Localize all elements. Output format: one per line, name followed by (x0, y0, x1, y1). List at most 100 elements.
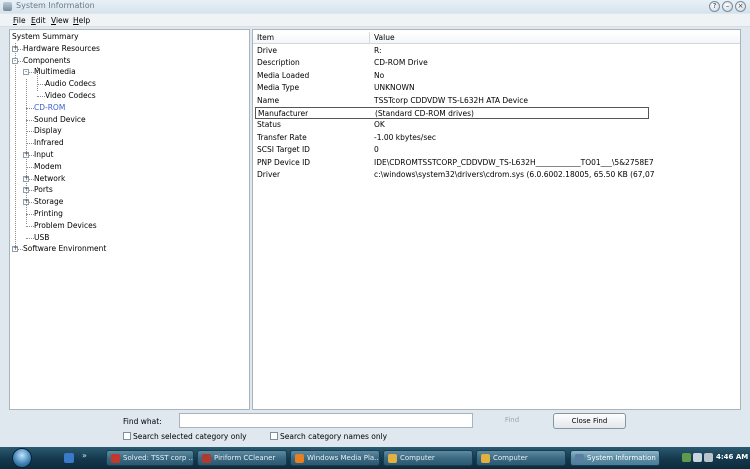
cell-item: Manufacturer (258, 109, 309, 118)
taskbar-button-label: Computer (493, 454, 528, 462)
system-tray: 4:46 AM (662, 449, 750, 467)
tree-item-multimedia[interactable]: Multimedia (34, 67, 76, 77)
taskbar-app-icon (111, 454, 120, 463)
table-row[interactable]: SCSI Target ID 0 (253, 144, 740, 156)
taskbar-button[interactable]: System Information (570, 450, 660, 466)
tree-connector (26, 166, 34, 168)
table-row[interactable]: Drive R: (253, 45, 740, 57)
tree-item-hardware-resources[interactable]: Hardware Resources (23, 44, 100, 54)
tree-item-printing[interactable]: Printing (34, 209, 63, 219)
tree-connector (37, 96, 45, 97)
chevron-right-icon[interactable]: » (82, 451, 87, 460)
internet-explorer-icon[interactable] (64, 453, 74, 463)
expand-icon[interactable]: + (12, 246, 18, 253)
collapse-icon[interactable]: - (12, 57, 18, 64)
tree-item-usb[interactable]: USB (34, 233, 49, 243)
volume-icon[interactable] (704, 453, 713, 462)
clock[interactable]: 4:46 AM (716, 453, 748, 461)
tree-item-audio-codecs[interactable]: Audio Codecs (45, 79, 96, 89)
column-header-value[interactable]: Value (374, 33, 395, 42)
cell-value: IDE\CDROMTSSTCORP_CDDVDW_TS-L632H_______… (374, 157, 654, 167)
tree-connector (26, 225, 34, 227)
network-icon[interactable] (693, 453, 702, 462)
tree-item-cd-rom[interactable]: CD-ROM (34, 103, 65, 113)
tree-connector (26, 143, 34, 145)
table-row[interactable]: Transfer Rate -1.00 kbytes/sec (253, 132, 740, 144)
start-button[interactable] (6, 447, 40, 469)
table-row[interactable]: Name TSSTcorp CDDVDW TS-L632H ATA Device (253, 95, 740, 107)
tree-item-input[interactable]: Input (34, 150, 53, 160)
menu-view[interactable]: View (51, 16, 69, 25)
tree-item-network[interactable]: Network (34, 174, 65, 184)
cell-value: 0 (374, 145, 379, 155)
table-row[interactable]: Status OK (253, 119, 740, 131)
tree-item-components[interactable]: Components (23, 56, 70, 66)
menu-bar: File Edit View Help (0, 14, 750, 27)
tree-item-infrared[interactable]: Infrared (34, 138, 64, 148)
taskbar-app-icon (295, 454, 304, 463)
taskbar-button[interactable]: Piriform CCleaner (197, 450, 287, 466)
expand-icon[interactable]: + (12, 45, 18, 52)
taskbar-button[interactable]: Computer (383, 450, 473, 466)
details-list[interactable]: Item Value Drive R: Description CD-ROM Driv… (252, 29, 741, 410)
tree-item-problem-devices[interactable]: Problem Devices (34, 221, 97, 231)
find-button[interactable]: Find (476, 413, 548, 429)
menu-edit[interactable]: Edit (31, 16, 46, 25)
taskbar-button[interactable]: Windows Media Pla... (290, 450, 380, 466)
tree-item-modem[interactable]: Modem (34, 162, 62, 172)
cell-item: Driver (257, 170, 281, 179)
taskbar-button[interactable]: Computer (476, 450, 566, 466)
column-divider[interactable] (369, 32, 370, 44)
tree-item-storage[interactable]: Storage (34, 197, 63, 207)
taskbar-button-label: System Information (587, 454, 656, 462)
table-row[interactable]: Media Type UNKNOWN (253, 82, 740, 94)
help-icon[interactable]: ? (709, 1, 720, 12)
taskbar-button[interactable]: Solved: TSST corp ... (106, 450, 194, 466)
expand-icon[interactable]: + (23, 152, 29, 158)
table-row[interactable]: Media Loaded No (253, 70, 740, 82)
close-button[interactable]: × (735, 1, 746, 12)
cell-value: TSSTcorp CDDVDW TS-L632H ATA Device (374, 95, 528, 105)
table-row[interactable]: Description CD-ROM Drive (253, 57, 740, 69)
tree-connector (26, 214, 34, 215)
minimize-button[interactable]: – (722, 1, 733, 12)
table-row[interactable]: PNP Device ID IDE\CDROMTSSTCORP_CDDVDW_TS… (253, 157, 740, 169)
tree-connector (37, 84, 45, 86)
find-what-input[interactable] (179, 413, 473, 428)
cell-value: c:\windows\system32\drivers\cdrom.sys (6… (374, 170, 654, 179)
table-row[interactable]: Manufacturer (Standard CD-ROM drives) (255, 107, 649, 119)
menu-file[interactable]: File (13, 16, 26, 25)
menu-help[interactable]: Help (73, 16, 90, 25)
tree-item-display[interactable]: Display (34, 126, 62, 136)
tree-item-ports[interactable]: Ports (34, 185, 53, 195)
tree-item-sound-device[interactable]: Sound Device (34, 115, 86, 125)
search-selected-category-checkbox[interactable] (123, 432, 131, 440)
windows-logo-icon (12, 448, 32, 468)
cell-value: R: (374, 46, 382, 55)
search-selected-category-label: Search selected category only (133, 432, 247, 441)
cell-item: Media Type (257, 83, 300, 93)
column-header-item[interactable]: Item (257, 33, 274, 42)
tree-item-video-codecs[interactable]: Video Codecs (45, 91, 96, 101)
taskbar-button-label: Solved: TSST corp ... (123, 454, 194, 462)
close-find-button[interactable]: Close Find (553, 413, 626, 429)
category-tree[interactable]: System Summary + Hardware Resources - Compon… (9, 29, 250, 410)
taskbar-app-icon (481, 454, 490, 463)
search-category-names-checkbox[interactable] (270, 432, 278, 440)
expand-icon[interactable]: + (23, 187, 29, 194)
collapse-icon[interactable]: - (23, 69, 29, 76)
expand-icon[interactable]: + (23, 199, 29, 206)
taskbar-button-label: Computer (400, 454, 435, 462)
expand-icon[interactable]: + (23, 175, 29, 182)
tree-item-software-environment[interactable]: Software Environment (23, 244, 106, 254)
tree-connector (26, 237, 34, 239)
table-row[interactable]: Driver c:\windows\system32\drivers\cdrom.… (253, 169, 740, 181)
tree-item-system-summary[interactable]: System Summary (12, 32, 79, 42)
cell-item: Name (257, 95, 280, 105)
search-category-names-label: Search category names only (280, 432, 388, 441)
cell-item: SCSI Target ID (257, 145, 310, 155)
title-bar: System Information ? – × (0, 0, 750, 13)
tray-app-icon[interactable] (682, 453, 691, 462)
tree-guide-line (15, 43, 16, 248)
cell-value: OK (374, 120, 385, 130)
